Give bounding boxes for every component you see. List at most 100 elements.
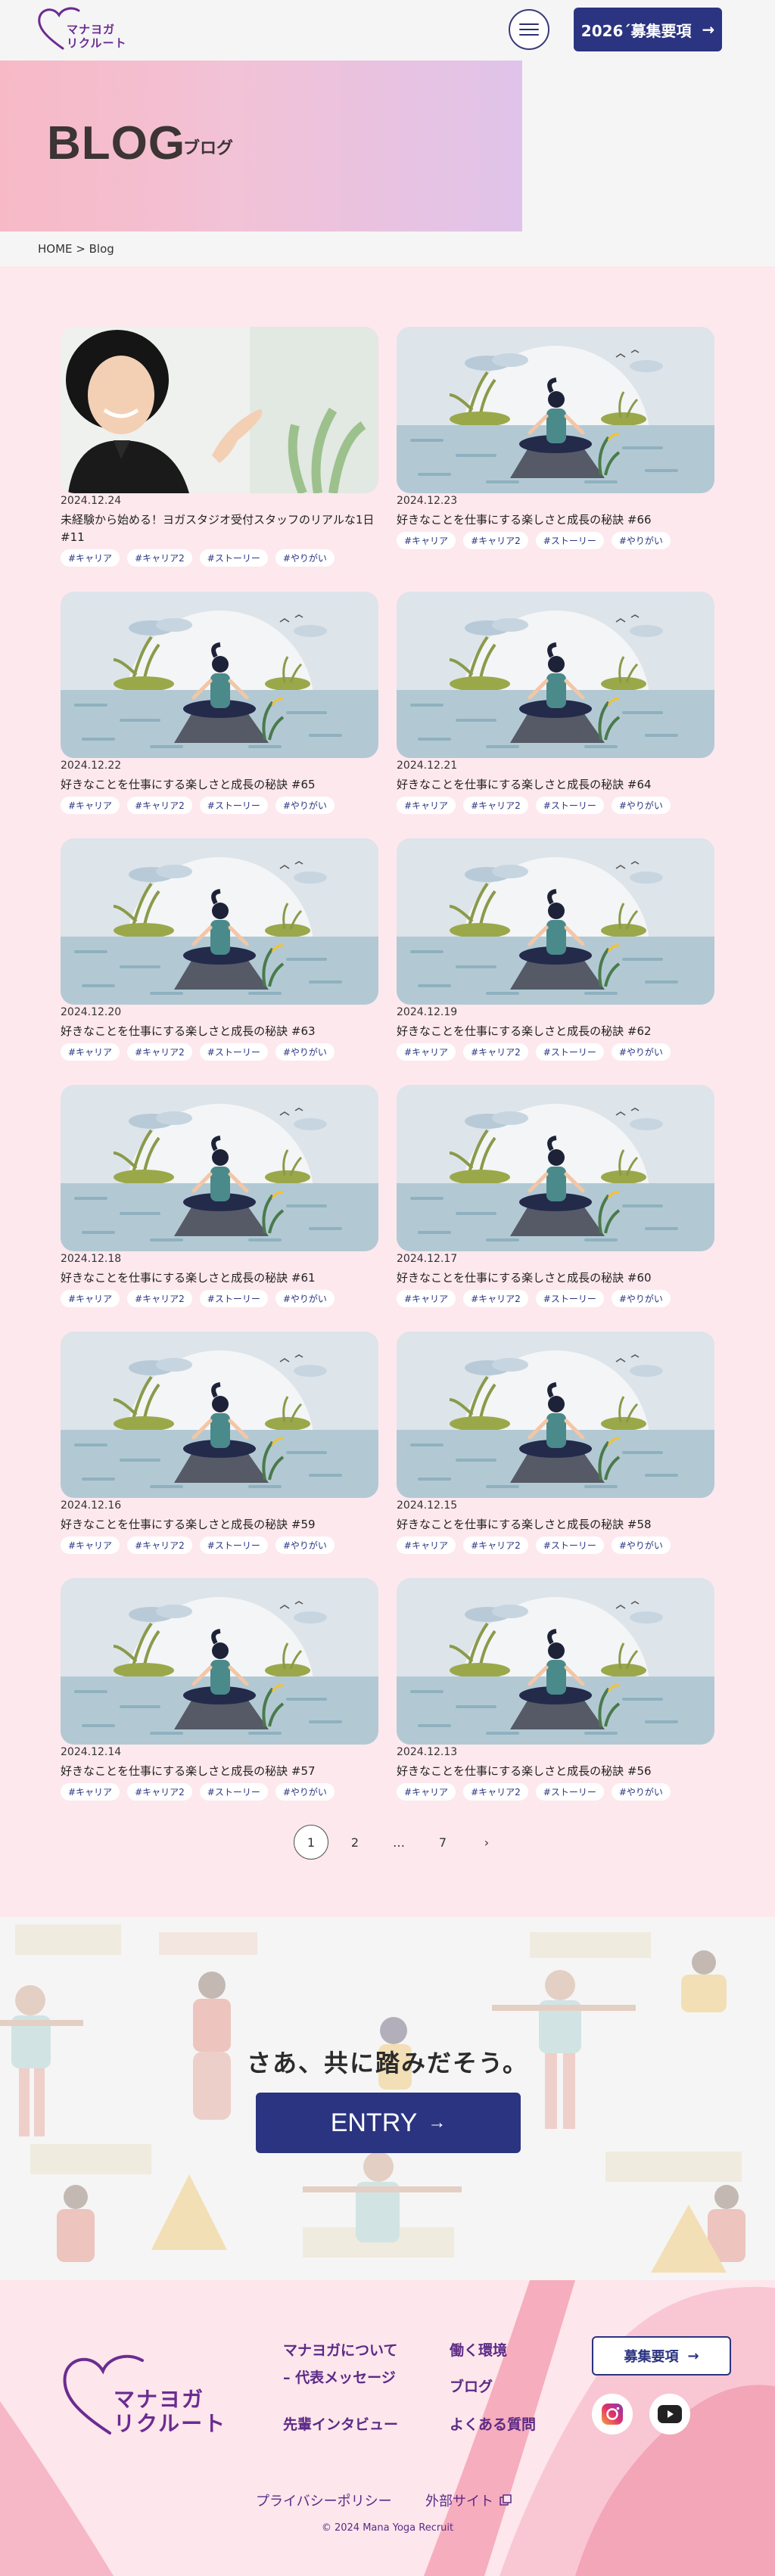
tag-link[interactable]: #やりがい: [611, 1290, 671, 1307]
blog-card-title[interactable]: 好きなことを仕事にする楽しさと成長の秘訣 #58: [397, 1516, 714, 1533]
tag-link[interactable]: #やりがい: [611, 1783, 671, 1801]
tag-link[interactable]: #ストーリー: [199, 1043, 268, 1061]
blog-card[interactable]: 2024.12.23 好きなことを仕事にする楽しさと成長の秘訣 #66 #キャリ…: [397, 327, 714, 576]
next-page-chevron-icon[interactable]: ›: [469, 1825, 504, 1860]
tag-link[interactable]: #キャリア: [61, 797, 120, 814]
tag-link[interactable]: #やりがい: [611, 1537, 671, 1554]
blog-card[interactable]: 2024.12.17 好きなことを仕事にする楽しさと成長の秘訣 #60 #キャリ…: [397, 1085, 714, 1335]
footer-recruit-button[interactable]: 募集要項 →: [592, 2336, 731, 2376]
blog-card-thumbnail[interactable]: [397, 327, 714, 493]
blog-card-title[interactable]: 好きなことを仕事にする楽しさと成長の秘訣 #57: [61, 1763, 378, 1780]
tag-link[interactable]: #やりがい: [611, 1043, 671, 1061]
blog-card-thumbnail[interactable]: [61, 838, 378, 1005]
tag-link[interactable]: #キャリア2: [127, 1783, 192, 1801]
tag-link[interactable]: #やりがい: [275, 1783, 335, 1801]
tag-link[interactable]: #ストーリー: [535, 1290, 604, 1307]
tag-link[interactable]: #キャリア: [61, 1043, 120, 1061]
privacy-policy-link[interactable]: プライバシーポリシー: [256, 2491, 392, 2510]
tag-link[interactable]: #ストーリー: [535, 1043, 604, 1061]
blog-card[interactable]: 2024.12.13 好きなことを仕事にする楽しさと成長の秘訣 #56 #キャリ…: [397, 1578, 714, 1828]
tag-link[interactable]: #キャリア2: [127, 549, 192, 567]
footer-link-about[interactable]: マナヨガについて: [283, 2339, 397, 2360]
youtube-link[interactable]: [649, 2394, 690, 2435]
tag-link[interactable]: #キャリア: [397, 1783, 456, 1801]
tag-link[interactable]: #やりがい: [275, 1290, 335, 1307]
tag-link[interactable]: #ストーリー: [535, 532, 604, 549]
blog-card-thumbnail[interactable]: [397, 592, 714, 758]
blog-card-title[interactable]: 好きなことを仕事にする楽しさと成長の秘訣 #61: [61, 1269, 378, 1287]
footer-link-faq[interactable]: よくある質問: [450, 2413, 536, 2434]
blog-card[interactable]: 2024.12.24 未経験から始める！ヨガスタジオ受付スタッフのリアルな1日#…: [61, 327, 378, 576]
blog-card-title[interactable]: 好きなことを仕事にする楽しさと成長の秘訣 #63: [61, 1023, 378, 1040]
tag-link[interactable]: #キャリア: [397, 532, 456, 549]
tag-link[interactable]: #ストーリー: [535, 797, 604, 814]
tag-link[interactable]: #やりがい: [275, 797, 335, 814]
tag-link[interactable]: #キャリア: [397, 1043, 456, 1061]
entry-button[interactable]: ENTRY →: [256, 2093, 521, 2153]
blog-card[interactable]: 2024.12.22 好きなことを仕事にする楽しさと成長の秘訣 #65 #キャリ…: [61, 592, 378, 841]
tag-link[interactable]: #キャリア2: [463, 1537, 528, 1554]
tag-link[interactable]: #キャリア2: [463, 1043, 528, 1061]
blog-card-thumbnail[interactable]: [397, 838, 714, 1005]
footer-link-interview[interactable]: 先輩インタビュー: [283, 2413, 398, 2434]
blog-card-title[interactable]: 好きなことを仕事にする楽しさと成長の秘訣 #62: [397, 1023, 714, 1040]
blog-card-thumbnail[interactable]: [397, 1332, 714, 1498]
page-link-7[interactable]: 7: [425, 1825, 460, 1860]
blog-card-thumbnail[interactable]: [61, 1578, 378, 1745]
blog-card-title[interactable]: 好きなことを仕事にする楽しさと成長の秘訣 #66: [397, 511, 714, 529]
blog-card-thumbnail[interactable]: [61, 1332, 378, 1498]
blog-card[interactable]: 2024.12.19 好きなことを仕事にする楽しさと成長の秘訣 #62 #キャリ…: [397, 838, 714, 1088]
blog-card-thumbnail[interactable]: [397, 1578, 714, 1745]
tag-link[interactable]: #キャリア2: [127, 1290, 192, 1307]
menu-button[interactable]: [509, 9, 549, 50]
blog-card[interactable]: 2024.12.16 好きなことを仕事にする楽しさと成長の秘訣 #59 #キャリ…: [61, 1332, 378, 1581]
external-site-link[interactable]: 外部サイト: [425, 2491, 512, 2510]
tag-link[interactable]: #キャリア: [61, 1537, 120, 1554]
site-logo[interactable]: マナヨガ リクルート: [36, 5, 127, 57]
tag-link[interactable]: #ストーリー: [199, 1290, 268, 1307]
blog-card-title[interactable]: 好きなことを仕事にする楽しさと成長の秘訣 #60: [397, 1269, 714, 1287]
blog-card-title[interactable]: 好きなことを仕事にする楽しさと成長の秘訣 #65: [61, 776, 378, 794]
blog-card-title[interactable]: 好きなことを仕事にする楽しさと成長の秘訣 #59: [61, 1516, 378, 1533]
tag-link[interactable]: #キャリア: [397, 1537, 456, 1554]
page-link-1[interactable]: 1: [294, 1825, 328, 1860]
tag-link[interactable]: #やりがい: [275, 549, 335, 567]
blog-card-thumbnail[interactable]: [61, 592, 378, 758]
tag-link[interactable]: #ストーリー: [535, 1783, 604, 1801]
tag-link[interactable]: #キャリア2: [463, 797, 528, 814]
instagram-link[interactable]: [592, 2394, 633, 2435]
tag-link[interactable]: #ストーリー: [199, 1783, 268, 1801]
tag-link[interactable]: #キャリア: [397, 797, 456, 814]
tag-link[interactable]: #やりがい: [275, 1043, 335, 1061]
blog-card-title[interactable]: 未経験から始める！ヨガスタジオ受付スタッフのリアルな1日#11: [61, 511, 378, 546]
tag-link[interactable]: #キャリア: [61, 1290, 120, 1307]
blog-card-thumbnail[interactable]: [61, 1085, 378, 1251]
tag-link[interactable]: #ストーリー: [199, 1537, 268, 1554]
tag-link[interactable]: #キャリア2: [463, 1290, 528, 1307]
tag-link[interactable]: #キャリア: [61, 549, 120, 567]
breadcrumb[interactable]: HOME > Blog: [38, 242, 114, 256]
recruit-requirements-button[interactable]: 2026´募集要項 →: [574, 8, 722, 51]
tag-link[interactable]: #キャリア2: [463, 1783, 528, 1801]
tag-link[interactable]: #キャリア2: [127, 797, 192, 814]
blog-card[interactable]: 2024.12.18 好きなことを仕事にする楽しさと成長の秘訣 #61 #キャリ…: [61, 1085, 378, 1335]
tag-link[interactable]: #ストーリー: [199, 549, 268, 567]
blog-card[interactable]: 2024.12.20 好きなことを仕事にする楽しさと成長の秘訣 #63 #キャリ…: [61, 838, 378, 1088]
page-link-2[interactable]: 2: [338, 1825, 372, 1860]
footer-link-message[interactable]: – 代表メッセージ: [283, 2366, 396, 2387]
tag-link[interactable]: #ストーリー: [199, 797, 268, 814]
blog-card-title[interactable]: 好きなことを仕事にする楽しさと成長の秘訣 #64: [397, 776, 714, 794]
blog-card-thumbnail[interactable]: [397, 1085, 714, 1251]
footer-link-blog[interactable]: ブログ: [450, 2376, 493, 2396]
tag-link[interactable]: #キャリア2: [127, 1537, 192, 1554]
blog-card[interactable]: 2024.12.15 好きなことを仕事にする楽しさと成長の秘訣 #58 #キャリ…: [397, 1332, 714, 1581]
footer-link-environment[interactable]: 働く環境: [450, 2339, 507, 2360]
blog-card[interactable]: 2024.12.21 好きなことを仕事にする楽しさと成長の秘訣 #64 #キャリ…: [397, 592, 714, 841]
tag-link[interactable]: #キャリア2: [127, 1043, 192, 1061]
tag-link[interactable]: #やりがい: [611, 797, 671, 814]
tag-link[interactable]: #やりがい: [611, 532, 671, 549]
blog-card[interactable]: 2024.12.14 好きなことを仕事にする楽しさと成長の秘訣 #57 #キャリ…: [61, 1578, 378, 1828]
tag-link[interactable]: #やりがい: [275, 1537, 335, 1554]
blog-card-thumbnail[interactable]: [61, 327, 378, 493]
tag-link[interactable]: #キャリア: [61, 1783, 120, 1801]
